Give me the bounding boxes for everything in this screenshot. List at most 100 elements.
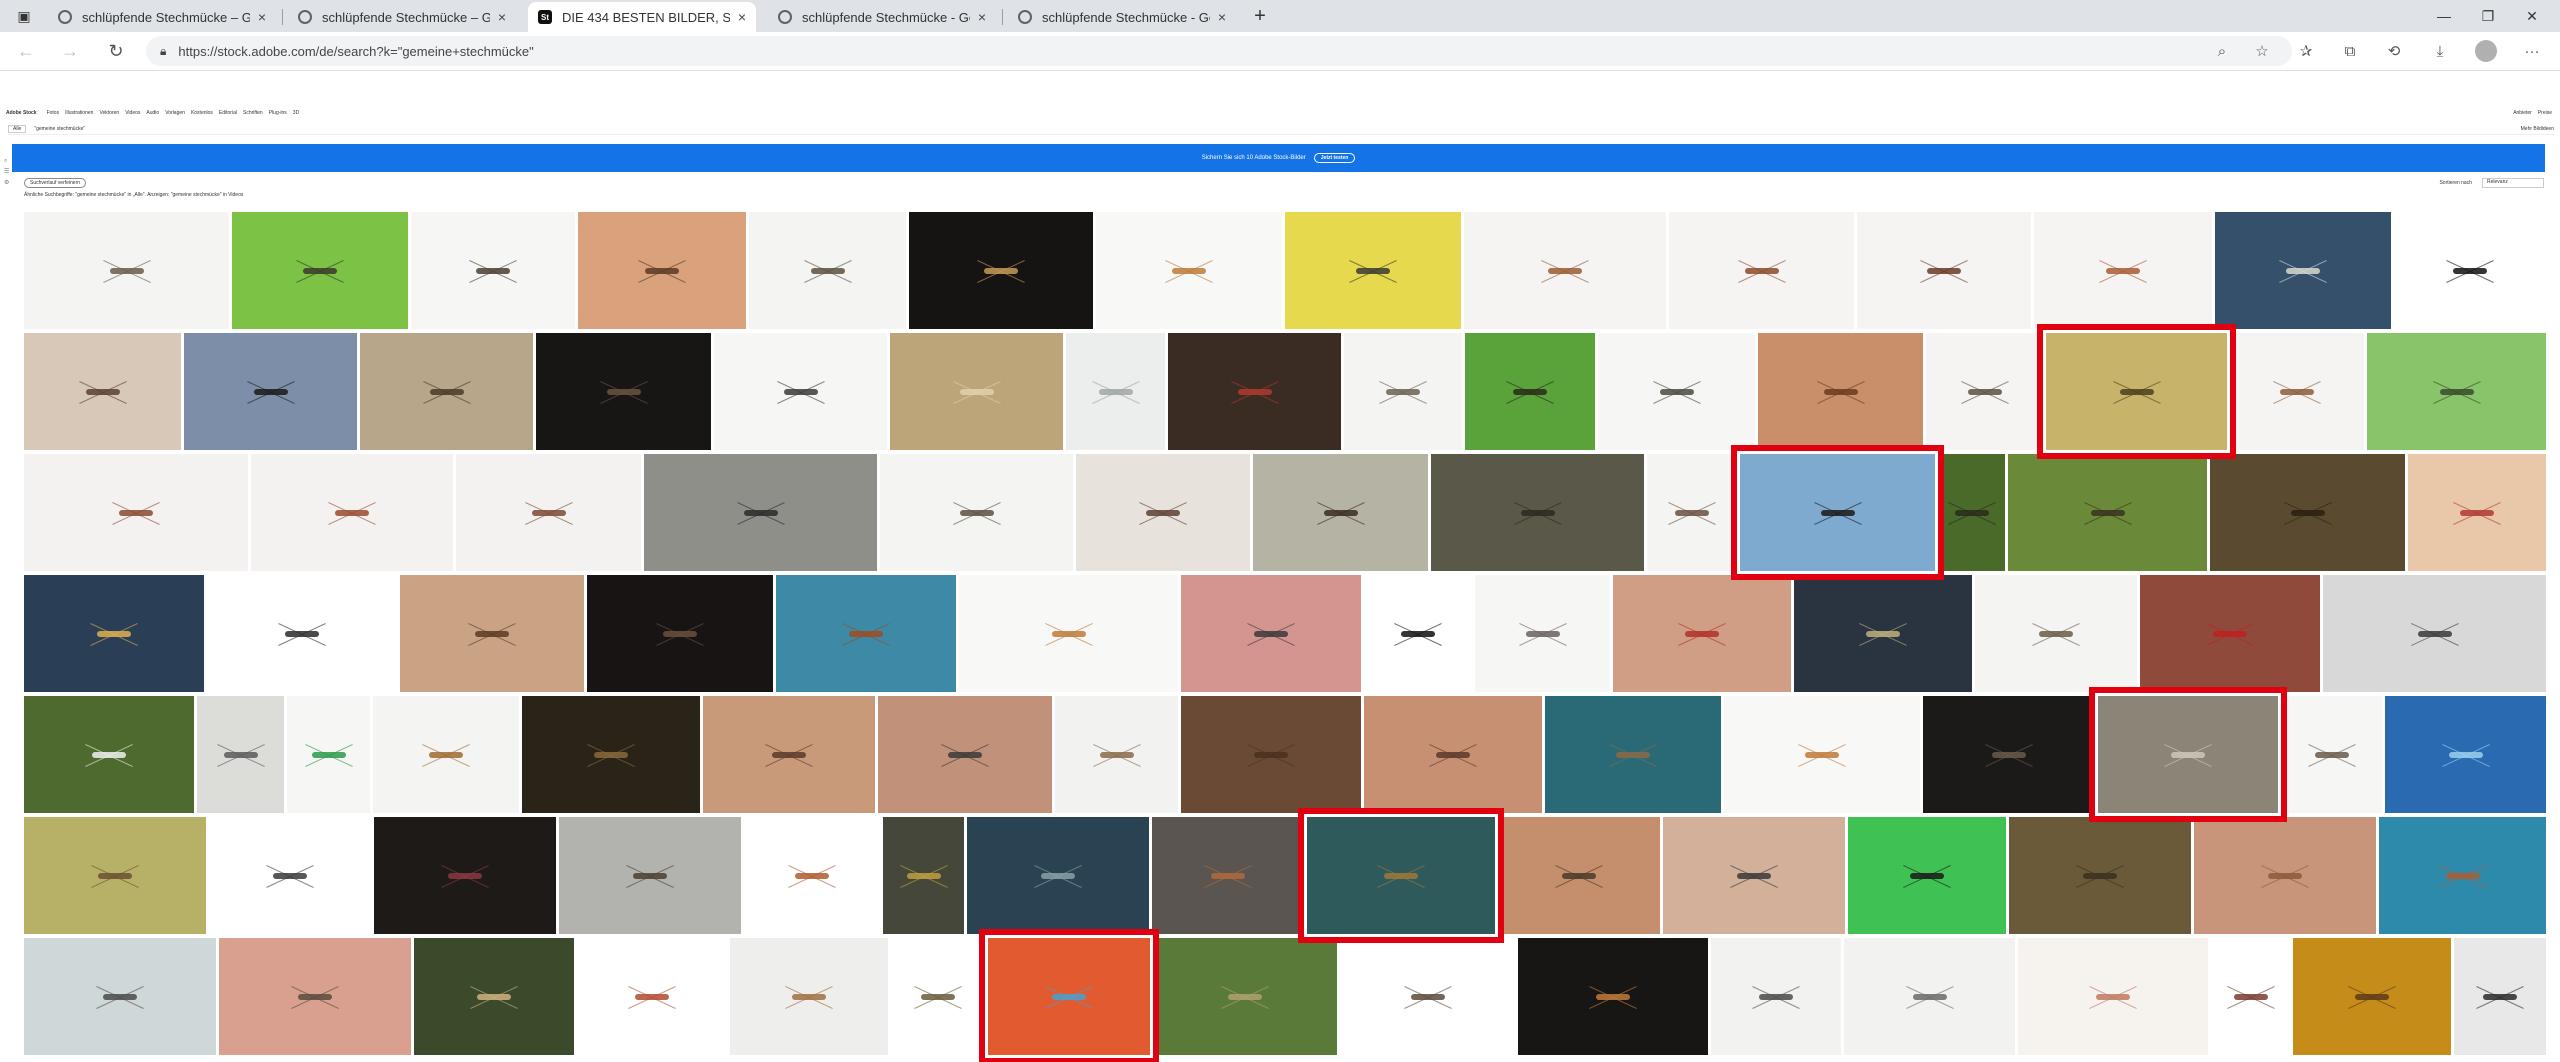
- back-icon[interactable]: ←: [12, 37, 40, 65]
- result-thumbnail[interactable]: [644, 454, 877, 571]
- result-thumbnail[interactable]: [749, 212, 906, 329]
- result-thumbnail[interactable]: [577, 938, 727, 1055]
- result-thumbnail[interactable]: [880, 454, 1073, 571]
- result-thumbnail[interactable]: [883, 817, 964, 934]
- result-thumbnail[interactable]: [1153, 938, 1337, 1055]
- site-nav-item[interactable]: Plug-ins: [269, 110, 287, 116]
- result-thumbnail[interactable]: [1152, 817, 1304, 934]
- result-thumbnail[interactable]: [24, 575, 204, 692]
- site-nav-item[interactable]: Audio: [146, 110, 159, 116]
- result-thumbnail[interactable]: [1848, 817, 2006, 934]
- result-thumbnail[interactable]: [197, 696, 284, 813]
- result-thumbnail[interactable]: [184, 333, 357, 450]
- highlighted-result-thumbnail[interactable]: [2089, 687, 2287, 822]
- result-thumbnail[interactable]: [251, 454, 453, 571]
- result-thumbnail[interactable]: [1181, 575, 1361, 692]
- result-thumbnail[interactable]: [1923, 696, 2095, 813]
- result-thumbnail[interactable]: [2210, 454, 2405, 571]
- result-thumbnail[interactable]: [2215, 212, 2391, 329]
- result-thumbnail[interactable]: [209, 817, 371, 934]
- site-nav-item[interactable]: Editorial: [219, 110, 237, 116]
- highlighted-result-thumbnail[interactable]: [2037, 324, 2236, 459]
- result-thumbnail[interactable]: [360, 333, 533, 450]
- favorite-add-icon[interactable]: ☆: [2248, 37, 2276, 65]
- result-thumbnail[interactable]: [1364, 696, 1542, 813]
- tab-close-icon[interactable]: ×: [738, 9, 746, 25]
- sidebar-icon[interactable]: ⌕: [4, 156, 9, 167]
- more-ideas-button[interactable]: Mehr Bildideen: [2521, 126, 2554, 132]
- new-tab-button[interactable]: +: [1246, 2, 1274, 30]
- url-text[interactable]: https://stock.adobe.com/de/search?k="gem…: [178, 44, 533, 59]
- result-thumbnail[interactable]: [456, 454, 641, 571]
- result-thumbnail[interactable]: [1518, 938, 1708, 1055]
- result-thumbnail[interactable]: [219, 938, 411, 1055]
- result-thumbnail[interactable]: [1465, 333, 1595, 450]
- search-scope-select[interactable]: Alle: [8, 125, 27, 133]
- result-thumbnail[interactable]: [891, 938, 985, 1055]
- result-thumbnail[interactable]: [578, 212, 746, 329]
- result-thumbnail[interactable]: [24, 333, 181, 450]
- tab-close-icon[interactable]: ×: [258, 9, 266, 25]
- result-thumbnail[interactable]: [2211, 938, 2290, 1055]
- result-thumbnail[interactable]: [744, 817, 880, 934]
- result-thumbnail[interactable]: [373, 696, 519, 813]
- result-thumbnail[interactable]: [24, 938, 216, 1055]
- browser-tab[interactable]: schlüpfende Stechmücke - Goog ×: [768, 2, 996, 32]
- restore-window-icon[interactable]: ❐: [2468, 0, 2508, 32]
- tab-close-icon[interactable]: ×: [1218, 9, 1226, 25]
- result-thumbnail[interactable]: [522, 696, 700, 813]
- result-thumbnail[interactable]: [1711, 938, 1841, 1055]
- tab-close-icon[interactable]: ×: [498, 9, 506, 25]
- result-thumbnail[interactable]: [2454, 938, 2546, 1055]
- result-thumbnail[interactable]: [1498, 817, 1660, 934]
- lock-icon[interactable]: 🔒︎: [160, 44, 166, 59]
- sidebar-icon[interactable]: ⚙: [4, 178, 9, 189]
- related-searches-text[interactable]: Ähnliche Suchbegriffe: "gemeine stechmüc…: [24, 192, 243, 198]
- site-nav-item[interactable]: Vektoren: [99, 110, 119, 116]
- result-thumbnail[interactable]: [2408, 454, 2546, 571]
- header-link[interactable]: Anbieter: [2513, 110, 2532, 116]
- site-nav-item[interactable]: Fotos: [47, 110, 60, 116]
- result-thumbnail[interactable]: [2018, 938, 2208, 1055]
- favorites-icon[interactable]: ✰: [2292, 37, 2320, 65]
- banner-button[interactable]: Jetzt testen: [1313, 153, 1356, 163]
- result-thumbnail[interactable]: [559, 817, 741, 934]
- sort-select[interactable]: Relevanz: [2482, 178, 2544, 188]
- result-thumbnail[interactable]: [400, 575, 584, 692]
- result-thumbnail[interactable]: [287, 696, 370, 813]
- result-thumbnail[interactable]: [730, 938, 888, 1055]
- close-window-icon[interactable]: ✕: [2512, 0, 2552, 32]
- minimize-window-icon[interactable]: —: [2424, 0, 2464, 32]
- result-thumbnail[interactable]: [207, 575, 397, 692]
- result-thumbnail[interactable]: [714, 333, 887, 450]
- highlighted-result-thumbnail[interactable]: [1298, 808, 1504, 943]
- result-thumbnail[interactable]: [1344, 333, 1462, 450]
- result-thumbnail[interactable]: [776, 575, 956, 692]
- browser-tab[interactable]: schlüpfende Stechmücke – Goog ×: [48, 2, 276, 32]
- reload-icon[interactable]: ↻: [102, 37, 130, 65]
- result-thumbnail[interactable]: [24, 817, 206, 934]
- result-thumbnail[interactable]: [1647, 454, 1737, 571]
- result-thumbnail[interactable]: [587, 575, 773, 692]
- search-input[interactable]: "gemeine stechmücke": [34, 126, 85, 132]
- site-nav-item[interactable]: Vorlagen: [165, 110, 185, 116]
- result-thumbnail[interactable]: [2008, 454, 2207, 571]
- result-thumbnail[interactable]: [703, 696, 875, 813]
- result-thumbnail[interactable]: [1844, 938, 2015, 1055]
- collections-icon[interactable]: ⧉: [2336, 37, 2364, 65]
- highlighted-result-thumbnail[interactable]: [1731, 445, 1944, 580]
- site-nav-item[interactable]: Illustrationen: [65, 110, 93, 116]
- browser-tab[interactable]: schlüpfende Stechmücke - Goog ×: [1008, 2, 1236, 32]
- downloads-icon[interactable]: ⤓: [2426, 37, 2454, 65]
- result-thumbnail[interactable]: [1663, 817, 1845, 934]
- result-thumbnail[interactable]: [1758, 333, 1923, 450]
- result-thumbnail[interactable]: [2385, 696, 2546, 813]
- result-thumbnail[interactable]: [967, 817, 1149, 934]
- result-thumbnail[interactable]: [1613, 575, 1791, 692]
- result-thumbnail[interactable]: [1168, 333, 1341, 450]
- forward-icon[interactable]: →: [56, 37, 84, 65]
- profile-icon[interactable]: [2475, 40, 2497, 62]
- result-thumbnail[interactable]: [1857, 212, 2031, 329]
- refine-chip[interactable]: Suchverlauf verfeinern: [24, 178, 87, 188]
- result-thumbnail[interactable]: [536, 333, 711, 450]
